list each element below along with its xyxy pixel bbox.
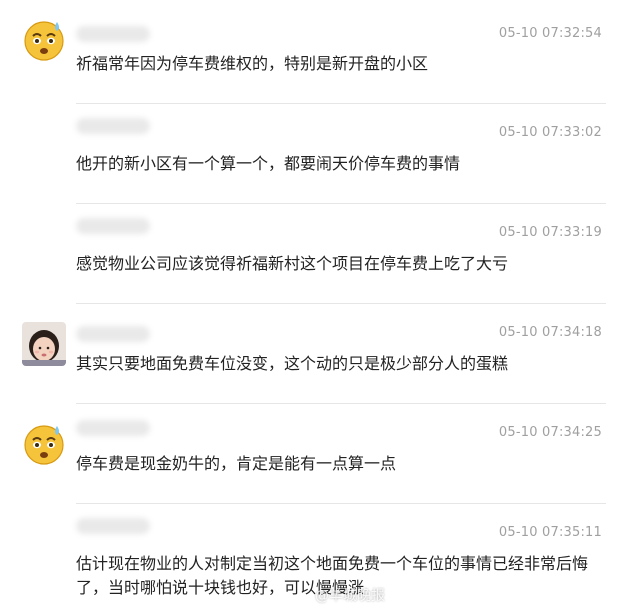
comment-thread: 05-10 07:32:54 祈福常年因为停车费维权的，特别是新开盘的小区 05… bbox=[0, 0, 626, 609]
timestamp: 05-10 07:33:02 bbox=[498, 125, 602, 140]
avatar[interactable] bbox=[22, 322, 66, 366]
timestamp: 05-10 07:35:11 bbox=[498, 525, 602, 540]
child-photo-avatar bbox=[22, 322, 66, 366]
comment-text: 感觉物业公司应该觉得祈福新村这个项目在停车费上吃了大亏 bbox=[76, 254, 509, 273]
username-blurred[interactable] bbox=[76, 118, 150, 134]
cold-sweat-emoji-icon bbox=[24, 425, 64, 465]
timestamp: 05-10 07:34:18 bbox=[498, 325, 602, 340]
username-blurred[interactable] bbox=[76, 26, 150, 42]
comment-text: 其实只要地面免费车位没变，这个动的只是极少部分人的蛋糕 bbox=[76, 354, 509, 373]
username-blurred[interactable] bbox=[76, 326, 150, 342]
avatar[interactable] bbox=[22, 18, 66, 62]
timestamp: 05-10 07:32:54 bbox=[498, 26, 602, 41]
divider bbox=[76, 303, 606, 304]
divider bbox=[76, 103, 606, 104]
cold-sweat-emoji-icon bbox=[24, 21, 64, 61]
divider bbox=[76, 503, 606, 504]
divider bbox=[76, 403, 606, 404]
watermark: @羊城晚报 bbox=[315, 588, 385, 604]
username-blurred[interactable] bbox=[76, 218, 150, 234]
username-blurred[interactable] bbox=[76, 518, 150, 534]
comment-text: 祈福常年因为停车费维权的，特别是新开盘的小区 bbox=[76, 54, 429, 73]
avatar[interactable] bbox=[22, 422, 66, 466]
timestamp: 05-10 07:34:25 bbox=[498, 425, 602, 440]
comment-text: 停车费是现金奶牛的，肯定是能有一点算一点 bbox=[76, 454, 397, 473]
divider bbox=[76, 203, 606, 204]
username-blurred[interactable] bbox=[76, 420, 150, 436]
timestamp: 05-10 07:33:19 bbox=[498, 225, 602, 240]
comment-text: 他开的新小区有一个算一个，都要闹天价停车费的事情 bbox=[76, 154, 461, 173]
